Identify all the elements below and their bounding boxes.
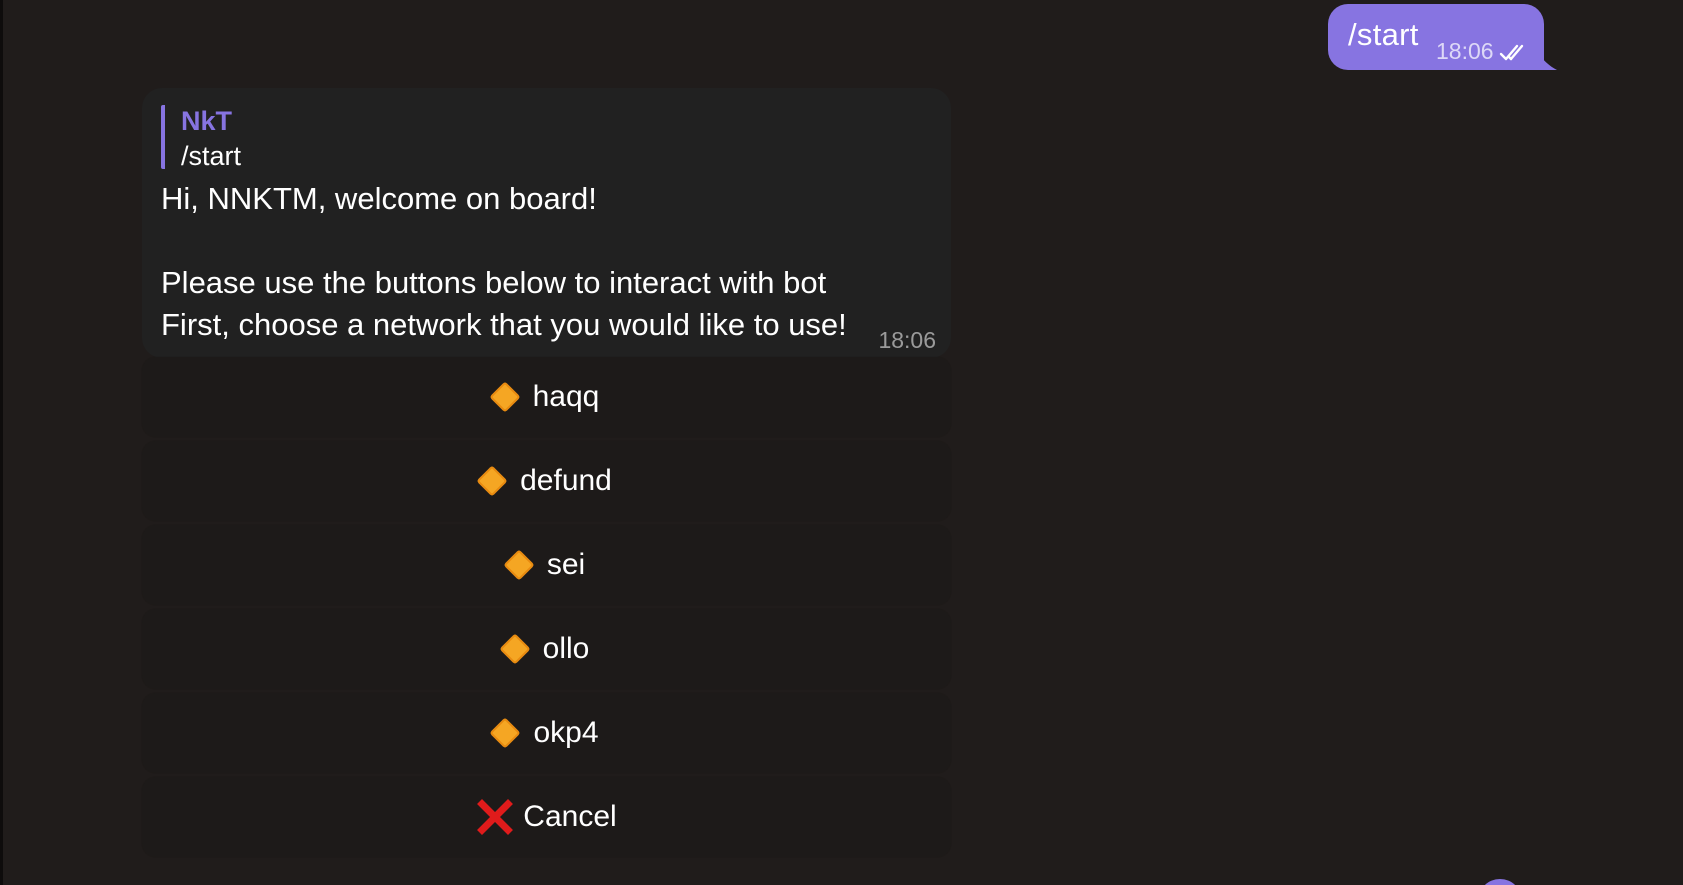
reply-text: /start [181, 141, 242, 171]
message-text: Hi, NNKTM, welcome on board! Please use … [161, 181, 847, 342]
keyboard-button-haqq[interactable]: haqq [142, 357, 951, 437]
scroll-down-button[interactable] [1478, 879, 1522, 885]
button-label: ollo [542, 632, 590, 665]
button-label: haqq [532, 380, 600, 413]
message-text: /start [1348, 17, 1419, 52]
button-content: ollo [499, 632, 590, 666]
button-content: sei [503, 548, 586, 582]
orange-diamond-icon [499, 633, 531, 665]
orange-diamond-icon [503, 549, 535, 581]
bubble-tail [1535, 50, 1557, 70]
button-label: okp4 [533, 716, 599, 749]
message-time: 18:06 [878, 327, 936, 353]
reply-sender-name: NkT [181, 106, 233, 136]
red-cross-icon [477, 799, 514, 835]
button-content: haqq [489, 380, 600, 414]
keyboard-button-okp4[interactable]: okp4 [142, 693, 951, 773]
keyboard-button-defund[interactable]: defund [142, 441, 951, 521]
button-label: sei [546, 548, 586, 581]
message-time: 18:06 [1436, 38, 1494, 64]
button-content: Cancel [476, 798, 617, 836]
orange-diamond-icon [489, 381, 521, 413]
double-check-icon [1499, 44, 1523, 60]
button-label: defund [520, 464, 612, 497]
sidebar-divider[interactable] [0, 0, 3, 885]
reply-quote[interactable]: NkT /start [161, 105, 241, 171]
chat-window: /start 18:06 NkT /start Hi, NNKTM, welco… [0, 0, 1683, 885]
keyboard-button-sei[interactable]: sei [142, 525, 951, 605]
orange-diamond-icon [489, 717, 522, 749]
button-label: Cancel [523, 800, 617, 833]
keyboard-button-ollo[interactable]: ollo [142, 609, 951, 689]
incoming-message[interactable]: NkT /start Hi, NNKTM, welcome on board! … [142, 88, 951, 358]
button-content: defund [476, 464, 612, 498]
orange-diamond-icon [476, 465, 508, 497]
message-meta: 18:06 [1436, 38, 1532, 65]
button-content: okp4 [489, 716, 599, 750]
keyboard-button-cancel[interactable]: Cancel [142, 777, 951, 857]
outgoing-message[interactable]: /start 18:06 [1328, 4, 1544, 70]
